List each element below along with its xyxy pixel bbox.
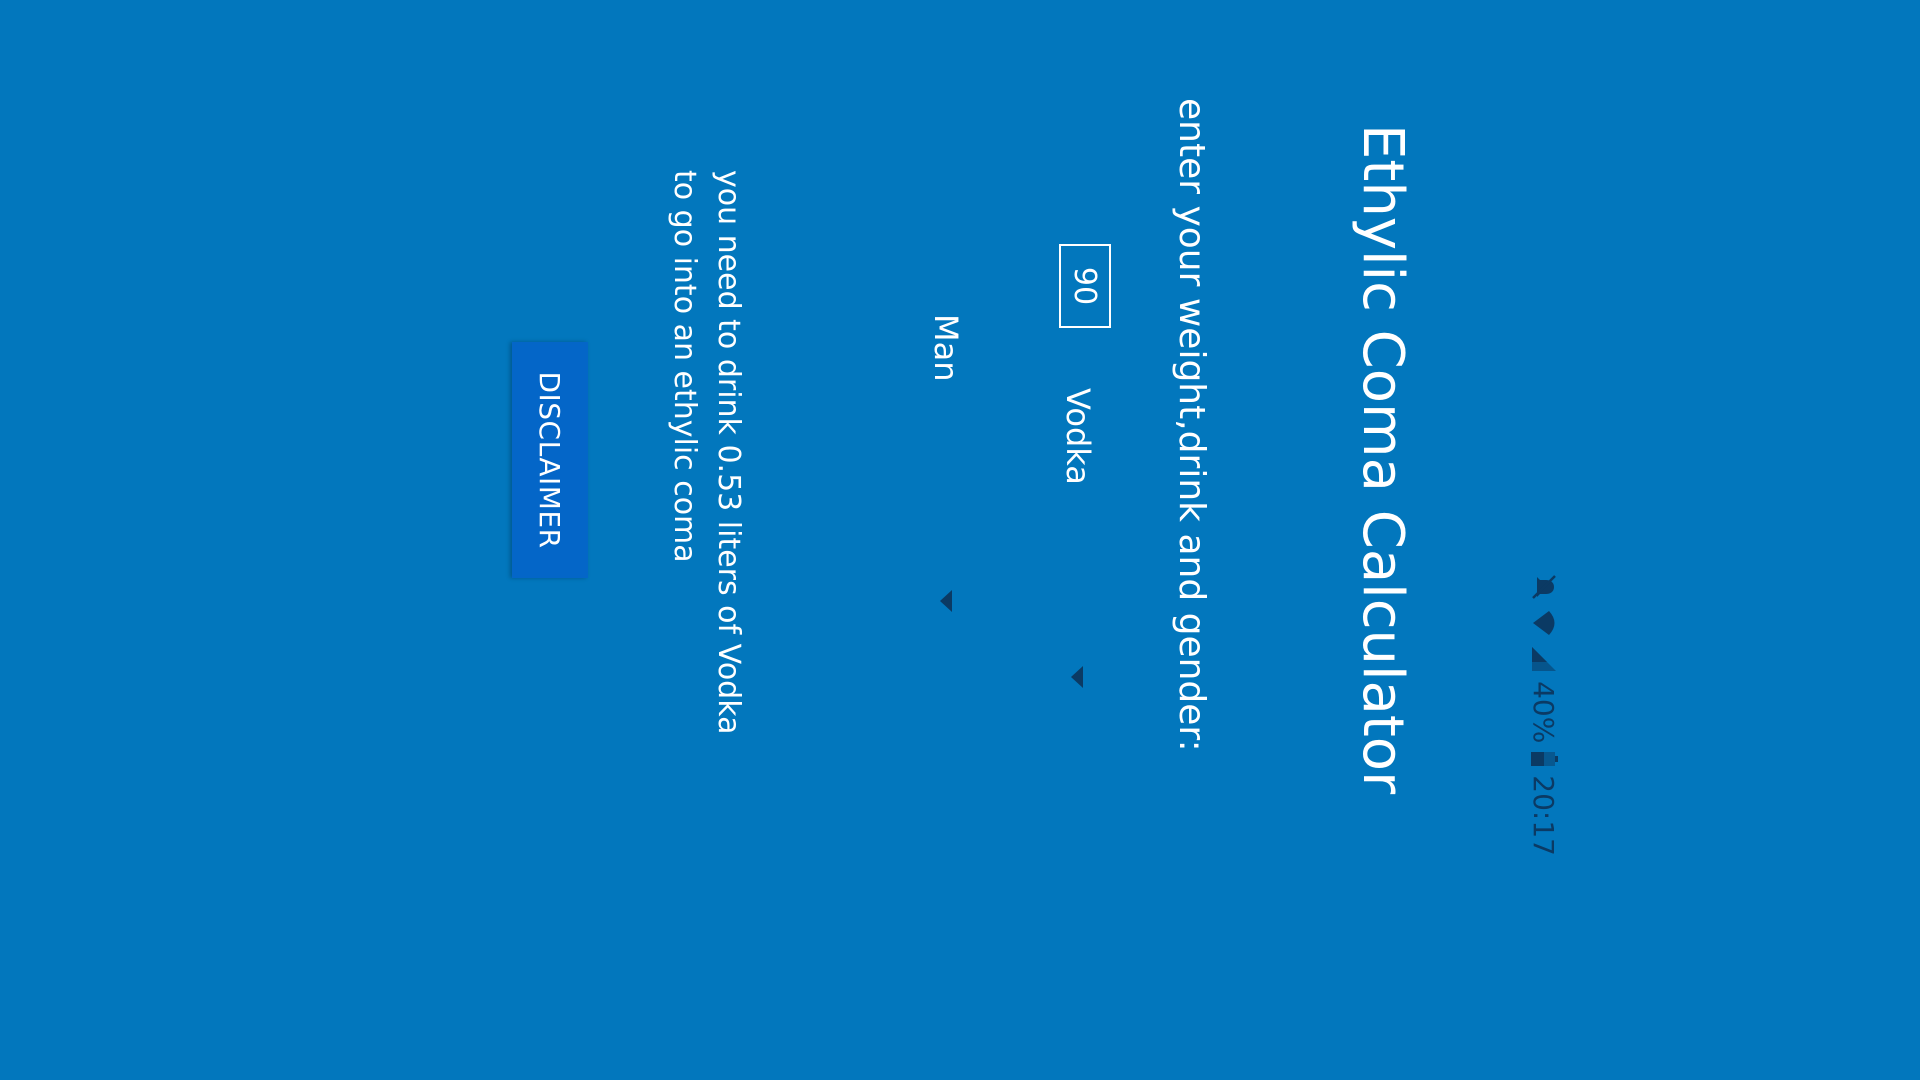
- result-text: you need to drink 0.53 liters of Vodka t…: [662, 170, 750, 810]
- dropdown-arrow-icon: [1071, 666, 1083, 688]
- wifi-icon: [1530, 609, 1558, 637]
- disclaimer-button[interactable]: DISCLAIMER: [512, 342, 588, 578]
- instruction-text: enter your weight,drink and gender:: [1171, 98, 1212, 752]
- drink-spinner[interactable]: Vodka: [1056, 380, 1100, 700]
- battery-percent: 40%: [1527, 681, 1561, 744]
- status-icons: 40% 20:17: [1526, 573, 1562, 856]
- result-line-2: to go into an ethylic coma: [667, 170, 702, 563]
- gender-selected-value: Man: [927, 314, 965, 382]
- app-title: Ethylic Coma Calculator: [1350, 124, 1415, 795]
- drink-selected-value: Vodka: [1059, 388, 1097, 485]
- result-line-1: you need to drink 0.53 liters of Vodka: [711, 170, 746, 735]
- clock: 20:17: [1527, 775, 1561, 856]
- screen: 40% 20:17 Ethylic Coma Calculator enter …: [0, 0, 1568, 882]
- app-screen: 40% 20:17 Ethylic Coma Calculator enter …: [0, 0, 1568, 882]
- signal-icon: [1530, 645, 1558, 673]
- status-bar: 40% 20:17: [1520, 0, 1568, 882]
- mute-icon: [1530, 573, 1558, 601]
- weight-input[interactable]: 90: [1059, 244, 1111, 328]
- battery-icon: [1530, 751, 1558, 767]
- dropdown-arrow-icon: [940, 590, 952, 612]
- gender-spinner[interactable]: Man: [924, 310, 968, 630]
